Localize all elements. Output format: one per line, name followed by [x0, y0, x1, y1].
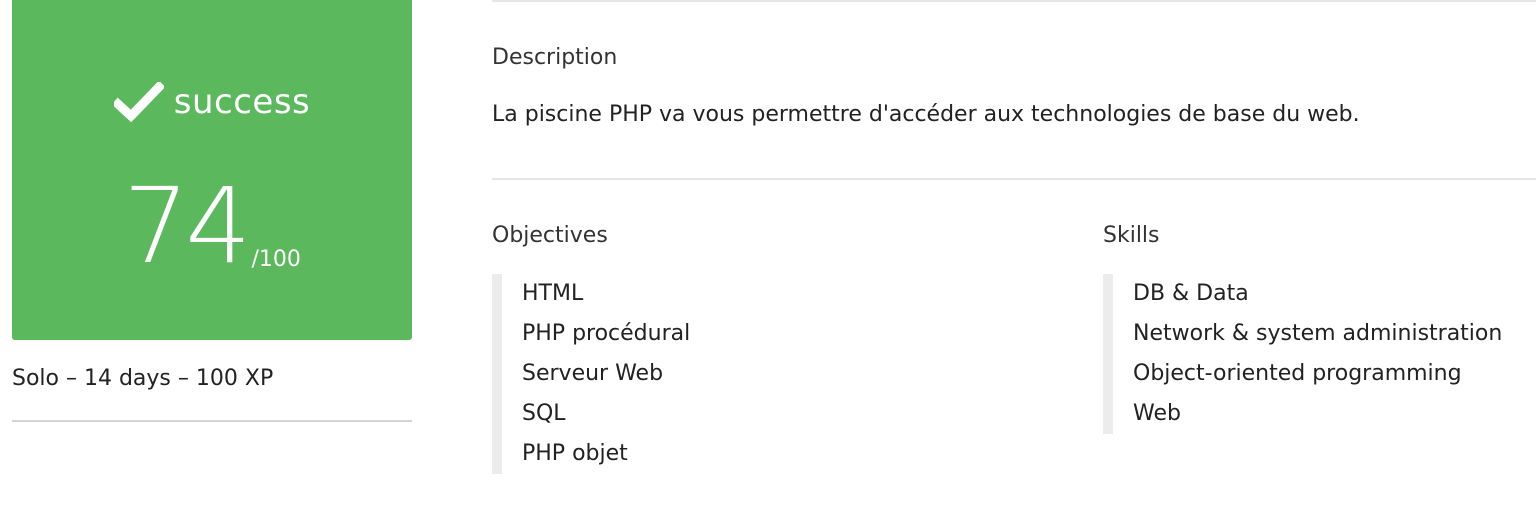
- description-heading: Description: [492, 45, 618, 70]
- status-row: success: [12, 72, 412, 132]
- description-text: La piscine PHP va vous permettre d'accéd…: [492, 102, 1360, 127]
- max-mark: /100: [251, 247, 301, 272]
- skill-item: Network & system administration: [1133, 321, 1503, 346]
- skills-list: DB & Data Network & system administratio…: [1103, 274, 1502, 434]
- status-label: success: [173, 82, 311, 122]
- divider: [12, 420, 412, 422]
- checkmark-icon: [113, 82, 164, 122]
- score-row: 74 /100: [12, 158, 412, 278]
- objective-item: SQL: [522, 401, 566, 426]
- skill-item: Object-oriented programming: [1133, 361, 1462, 386]
- divider: [492, 0, 1536, 2]
- divider: [492, 178, 1536, 180]
- objectives-heading: Objectives: [492, 223, 608, 248]
- objectives-list: HTML PHP procédural Serveur Web SQL PHP …: [492, 274, 690, 474]
- objective-item: Serveur Web: [522, 361, 664, 386]
- project-meta: Solo – 14 days – 100 XP: [12, 366, 274, 391]
- objective-item: HTML: [522, 281, 584, 306]
- skills-heading: Skills: [1103, 223, 1160, 248]
- project-page: success 74 /100 Solo – 14 days – 100 XP …: [0, 0, 1536, 506]
- score-card: success 74 /100: [12, 0, 412, 340]
- objective-item: PHP objet: [522, 441, 628, 466]
- objective-item: PHP procédural: [522, 321, 691, 346]
- final-mark: 74: [123, 165, 251, 287]
- skill-item: Web: [1133, 401, 1181, 426]
- skill-item: DB & Data: [1133, 281, 1249, 306]
